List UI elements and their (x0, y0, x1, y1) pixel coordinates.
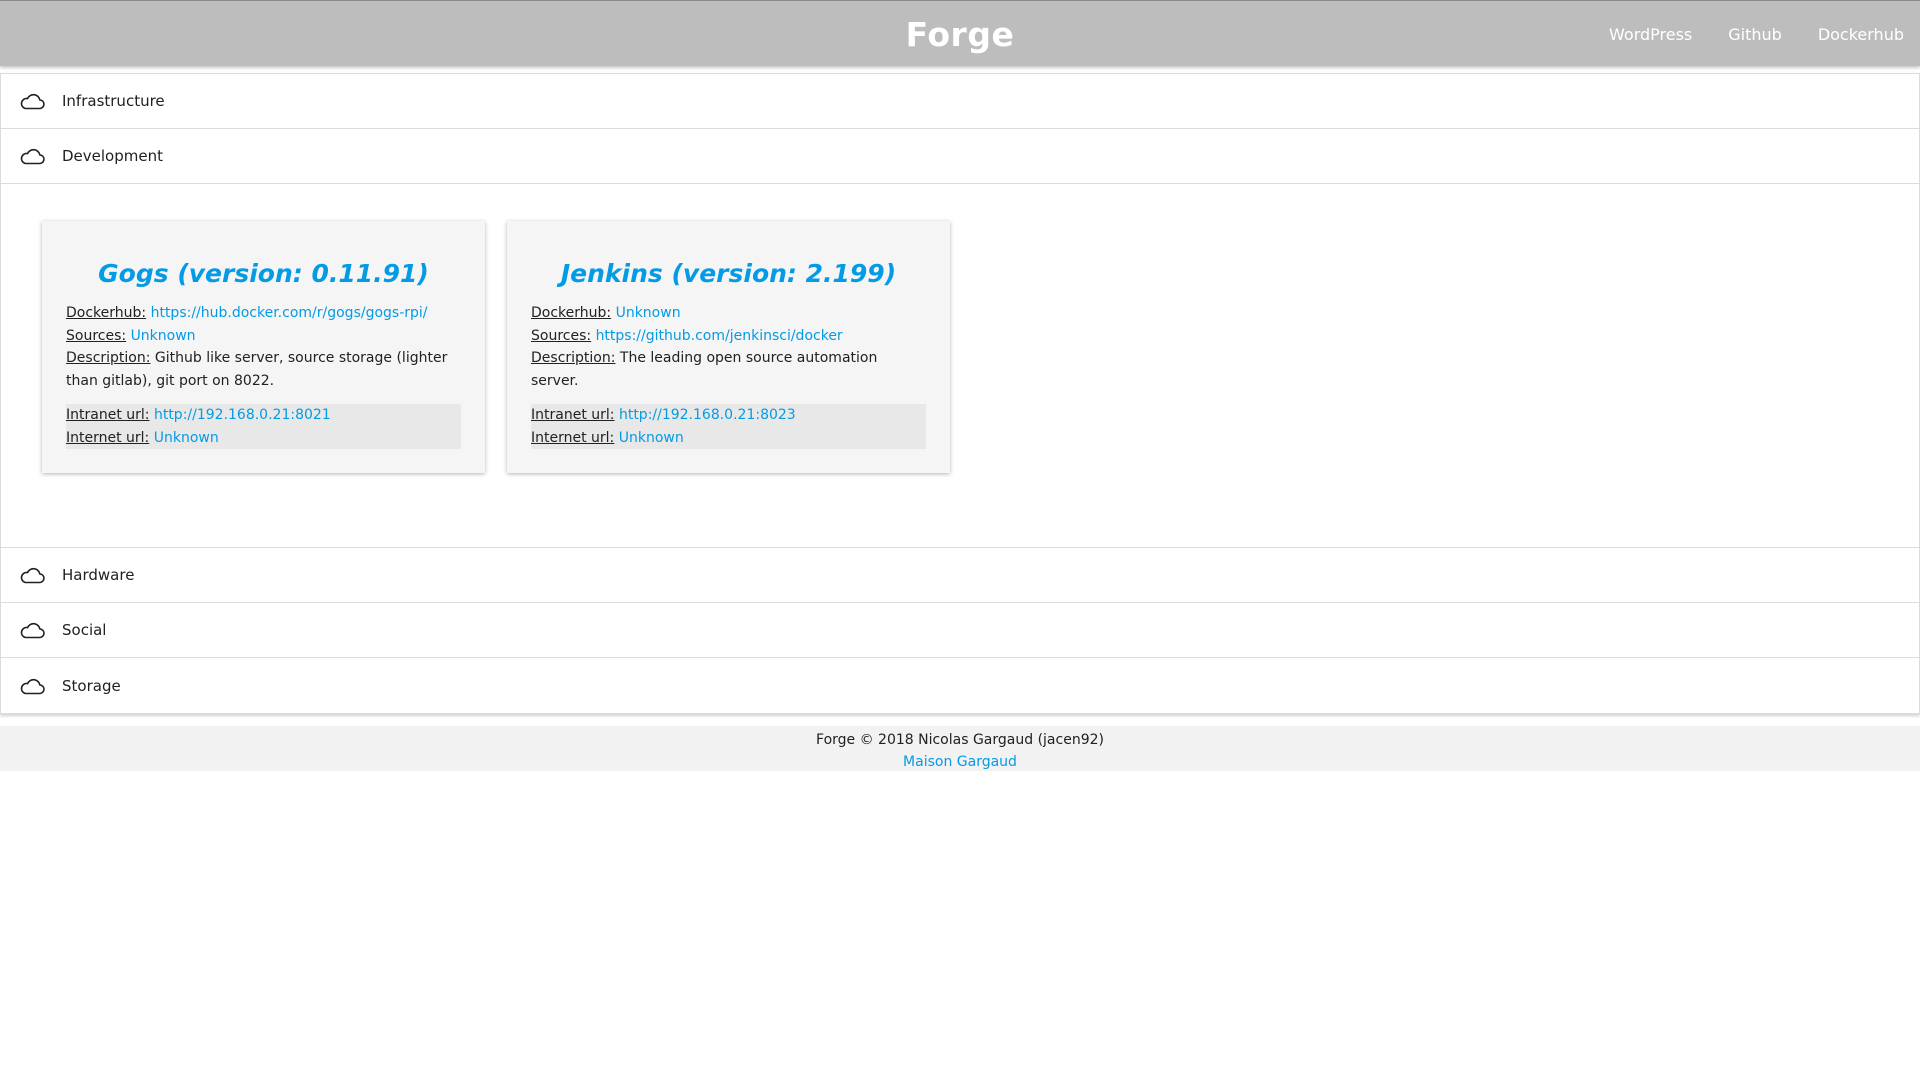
section-header-storage[interactable]: Storage (1, 658, 1919, 713)
service-card-gogs: Gogs (version: 0.11.91) Dockerhub: https… (42, 221, 485, 473)
footer-link-wrapper: Maison Gargaud (0, 751, 1920, 773)
section-label: Development (62, 147, 163, 165)
sources-link[interactable]: https://github.com/jenkinsci/docker (596, 328, 843, 344)
dockerhub-label: Dockerhub: (531, 305, 612, 321)
card-title[interactable]: Jenkins (version: 2.199) (531, 259, 926, 288)
internet-row: Internet url: Unknown (531, 427, 926, 450)
footer-link[interactable]: Maison Gargaud (903, 754, 1017, 770)
card-title[interactable]: Gogs (version: 0.11.91) (66, 259, 461, 288)
description-row: Description: The leading open source aut… (531, 347, 926, 392)
nav-link-wordpress[interactable]: WordPress (1609, 25, 1692, 44)
description-row: Description: Github like server, source … (66, 347, 461, 392)
intranet-link[interactable]: http://192.168.0.21:8023 (619, 407, 796, 423)
url-box: Intranet url: http://192.168.0.21:8021 I… (66, 404, 461, 449)
dockerhub-link[interactable]: https://hub.docker.com/r/gogs/gogs-rpi/ (151, 305, 428, 321)
sources-link[interactable]: Unknown (131, 328, 196, 344)
section-body-development: Gogs (version: 0.11.91) Dockerhub: https… (1, 184, 1919, 548)
dockerhub-label: Dockerhub: (66, 305, 147, 321)
nav-link-github[interactable]: Github (1728, 25, 1782, 44)
internet-label: Internet url: (531, 429, 615, 446)
cloud-icon (19, 146, 45, 166)
navbar: Forge WordPress Github Dockerhub (0, 0, 1920, 66)
internet-link[interactable]: Unknown (619, 430, 684, 446)
internet-label: Internet url: (66, 429, 150, 446)
sources-row: Sources: Unknown (66, 325, 461, 348)
service-card-jenkins: Jenkins (version: 2.199) Dockerhub: Unkn… (507, 221, 950, 473)
description-label: Description: (531, 350, 616, 366)
intranet-label: Intranet url: (66, 407, 150, 423)
section-label: Storage (62, 676, 121, 695)
section-header-infrastructure[interactable]: Infrastructure (1, 74, 1919, 129)
section-label: Social (62, 621, 107, 639)
dockerhub-link[interactable]: Unknown (616, 305, 681, 321)
cloud-icon (19, 91, 45, 111)
cloud-icon (19, 620, 45, 640)
internet-row: Internet url: Unknown (66, 427, 461, 450)
intranet-link[interactable]: http://192.168.0.21:8021 (154, 407, 331, 423)
sources-row: Sources: https://github.com/jenkinsci/do… (531, 325, 926, 348)
section-header-social[interactable]: Social (1, 603, 1919, 658)
sources-label: Sources: (531, 327, 592, 344)
sections-list: Infrastructure Development Gogs (version… (0, 73, 1920, 714)
intranet-label: Intranet url: (531, 407, 615, 423)
section-header-hardware[interactable]: Hardware (1, 548, 1919, 603)
nav-links: WordPress Github Dockerhub (1573, 1, 1904, 67)
footer-copyright: Forge © 2018 Nicolas Gargaud (jacen92) (816, 732, 1104, 748)
section-label: Infrastructure (62, 92, 165, 110)
sources-label: Sources: (66, 327, 127, 344)
footer: Forge © 2018 Nicolas Gargaud (jacen92) M… (0, 726, 1920, 771)
nav-link-dockerhub[interactable]: Dockerhub (1818, 25, 1904, 44)
intranet-row: Intranet url: http://192.168.0.21:8023 (531, 404, 926, 427)
cloud-icon (19, 676, 45, 696)
dockerhub-row: Dockerhub: Unknown (531, 302, 926, 325)
intranet-row: Intranet url: http://192.168.0.21:8021 (66, 404, 461, 427)
url-box: Intranet url: http://192.168.0.21:8023 I… (531, 404, 926, 449)
internet-link[interactable]: Unknown (154, 430, 219, 446)
brand-title[interactable]: Forge (906, 15, 1015, 54)
cloud-icon (19, 565, 45, 585)
dockerhub-row: Dockerhub: https://hub.docker.com/r/gogs… (66, 302, 461, 325)
section-header-development[interactable]: Development (1, 129, 1919, 184)
description-label: Description: (66, 350, 151, 366)
section-label: Hardware (62, 566, 135, 584)
